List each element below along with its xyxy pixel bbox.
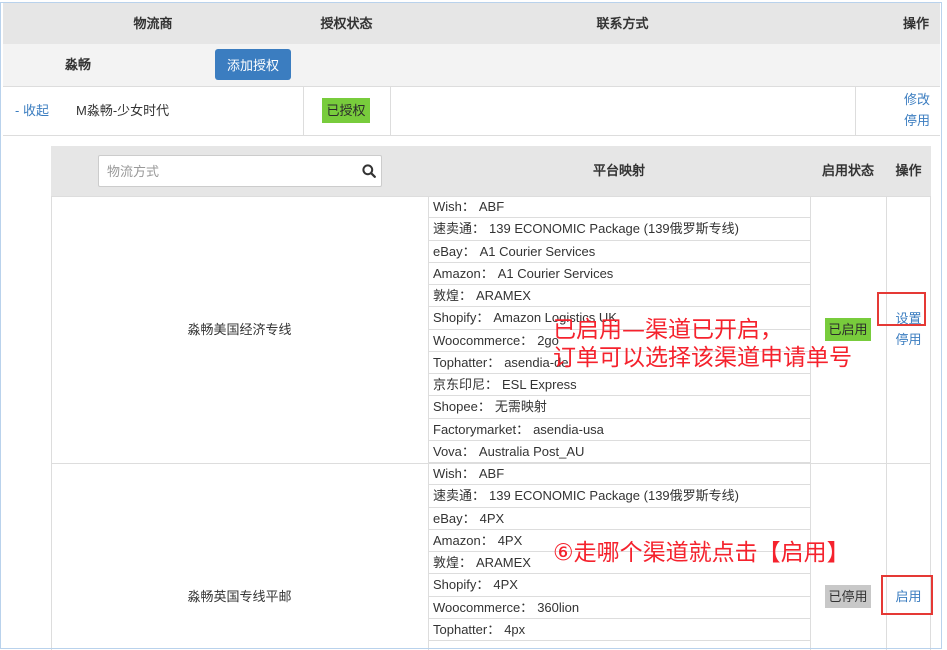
mapping-value: 4PX bbox=[497, 532, 523, 548]
channel-table: 平台映射 启用状态 操作 淼畅美国经济专线 Wish：ABF 速卖通：139 E… bbox=[51, 146, 931, 650]
mapping-item: Wish： ABF bbox=[429, 196, 810, 219]
channel-settings-link[interactable]: 设置 bbox=[886, 308, 931, 329]
mapping-platform: eBay： bbox=[433, 510, 476, 526]
mapping-platform: 京东印尼： bbox=[433, 377, 499, 392]
add-authorization-button[interactable]: 添加授权 bbox=[215, 49, 291, 80]
auth-status-badge: 已授权 bbox=[322, 98, 370, 123]
mapping-value: ESL Express bbox=[502, 377, 577, 392]
annotation-enabled-line1: 已启用—渠道已开启， bbox=[553, 317, 783, 343]
mapping-item: 速卖通： 139 ECONOMIC Package (139俄罗斯专线) bbox=[429, 218, 810, 241]
account-row: - 收起 M淼畅-少女时代 已授权 修改 停用 bbox=[3, 86, 940, 136]
channel-name: 淼畅美国经济专线 bbox=[187, 322, 292, 337]
col-header-auth-status: 授权状态 bbox=[320, 16, 373, 31]
mapping-item: Vova： Australia Post_AU bbox=[429, 441, 810, 463]
channel-disable-link[interactable]: 停用 bbox=[886, 329, 931, 350]
mapping-platform: eBay： bbox=[433, 243, 476, 259]
mapping-value: ARAMEX bbox=[476, 288, 531, 303]
mapping-value: 4PX bbox=[479, 510, 505, 526]
mapping-item: Wish： ABF bbox=[429, 463, 810, 486]
column-divider bbox=[886, 463, 887, 650]
mapping-value: 4px bbox=[504, 621, 526, 637]
channel-status-badge: 已启用 bbox=[825, 318, 871, 341]
edit-account-link[interactable]: 修改 bbox=[904, 89, 930, 110]
channel-actions: 设置 停用 bbox=[886, 308, 931, 350]
col-header-channel-action: 操作 bbox=[895, 163, 922, 178]
col-header-carrier: 物流商 bbox=[133, 16, 173, 31]
mapping-platform: Vova： bbox=[433, 443, 475, 459]
carrier-group-row: 淼畅 添加授权 bbox=[3, 44, 940, 86]
collapse-link[interactable]: - 收起 bbox=[15, 86, 49, 136]
column-divider bbox=[855, 86, 856, 136]
mapping-item: 京东印尼： ESL Express bbox=[429, 374, 810, 397]
column-divider bbox=[810, 196, 811, 463]
mapping-item: Amazon： A1 Courier Services bbox=[429, 263, 810, 285]
mapping-platform: Woocommerce： bbox=[433, 599, 534, 615]
mapping-value: 4PX bbox=[493, 577, 518, 593]
mapping-platform: Shopify： bbox=[433, 310, 490, 326]
mapping-item: Tophatter： 4px bbox=[429, 619, 810, 641]
mapping-platform: 敦煌： bbox=[433, 288, 473, 303]
mapping-value: ABF bbox=[478, 466, 505, 481]
mapping-platform: Amazon： bbox=[433, 532, 494, 548]
channel-name: 淼畅英国专线平邮 bbox=[187, 589, 292, 604]
mapping-value: 无需映射 bbox=[494, 399, 547, 415]
channel-search-input[interactable] bbox=[98, 155, 382, 187]
mapping-platform: Woocommerce： bbox=[433, 332, 534, 348]
carrier-table-header: 物流商 授权状态 联系方式 操作 bbox=[3, 3, 940, 44]
account-name: M淼畅-少女时代 bbox=[76, 103, 170, 118]
mapping-item: Shopify： 4PX bbox=[429, 574, 810, 597]
col-header-platform-mapping: 平台映射 bbox=[592, 163, 645, 178]
col-header-enable-status: 启用状态 bbox=[821, 163, 874, 178]
channel-actions: 启用 bbox=[886, 586, 931, 607]
mapping-value: A1 Courier Services bbox=[479, 243, 596, 259]
mapping-platform: 速卖通： bbox=[433, 221, 486, 237]
mapping-platform: Shopify： bbox=[433, 577, 490, 593]
channel-enable-link[interactable]: 启用 bbox=[886, 586, 931, 607]
mapping-item: Shopee： 无需映射 bbox=[429, 396, 810, 419]
mapping-value: Australia Post_AU bbox=[478, 443, 585, 459]
mapping-platform: 敦煌： bbox=[433, 555, 473, 570]
mapping-platform: Tophatter： bbox=[433, 354, 501, 370]
mapping-platform: 速卖通： bbox=[433, 488, 486, 504]
col-header-contact: 联系方式 bbox=[596, 16, 649, 31]
mapping-platform: Factorymarket： bbox=[433, 421, 530, 437]
search-icon[interactable] bbox=[362, 164, 376, 178]
mapping-platform: Shopee： bbox=[433, 399, 491, 415]
mapping-item: Woocommerce： 360lion bbox=[429, 597, 810, 619]
channel-row: 淼畅美国经济专线 Wish： ABF 速卖通： 139 ECONOMIC Packa… bbox=[51, 196, 931, 463]
column-divider bbox=[303, 86, 304, 136]
mapping-platform: Wish： bbox=[433, 466, 475, 481]
annotation-step6: ⑥走哪个渠道就点击【启用】 bbox=[553, 540, 850, 566]
mapping-value: 139 ECONOMIC Package (139俄罗斯专线) bbox=[489, 221, 739, 237]
mapping-item: eBay： 4PX bbox=[429, 508, 810, 530]
mapping-item: Factorymarket： asendia-usa bbox=[429, 419, 810, 441]
channel-table-header: 平台映射 启用状态 操作 bbox=[51, 146, 931, 196]
mapping-item: 速卖通： 139 ECONOMIC Package (139俄罗斯专线) bbox=[429, 485, 810, 508]
mapping-value: ABF bbox=[478, 199, 505, 214]
account-actions: 修改 停用 bbox=[904, 89, 930, 131]
mapping-value: A1 Courier Services bbox=[497, 265, 614, 281]
mapping-value: asendia-usa bbox=[533, 421, 604, 437]
disable-account-link[interactable]: 停用 bbox=[904, 110, 930, 131]
mapping-item: eBay： A1 Courier Services bbox=[429, 241, 810, 263]
mapping-value: ARAMEX bbox=[476, 555, 531, 570]
mapping-platform: Tophatter： bbox=[433, 621, 501, 637]
mapping-item-cutoff bbox=[429, 641, 810, 650]
col-header-action: 操作 bbox=[902, 16, 929, 31]
carrier-name: 淼畅 bbox=[65, 57, 92, 72]
mapping-value: 139 ECONOMIC Package (139俄罗斯专线) bbox=[489, 488, 739, 504]
mapping-value: 360lion bbox=[537, 599, 580, 615]
mapping-platform: Wish： bbox=[433, 199, 475, 214]
mapping-item: 敦煌： ARAMEX bbox=[429, 285, 810, 308]
page: 物流商 授权状态 联系方式 操作 淼畅 添加授权 - 收起 M淼畅-少女时代 已… bbox=[0, 0, 947, 650]
mapping-platform: Amazon： bbox=[433, 265, 494, 281]
annotation-enabled-line2: 订单可以选择该渠道申请单号 bbox=[553, 345, 852, 371]
column-divider bbox=[390, 86, 391, 136]
channel-status-badge: 已停用 bbox=[825, 585, 871, 608]
